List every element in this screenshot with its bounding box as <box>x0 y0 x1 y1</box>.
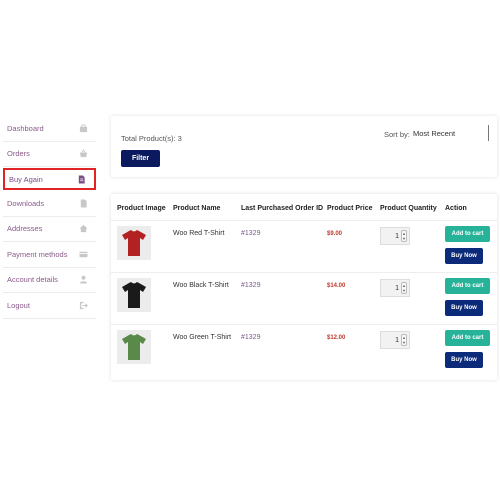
product-name[interactable]: Woo Red T-Shirt <box>173 230 225 237</box>
sort-label: Sort by: <box>384 130 410 139</box>
product-name[interactable]: Woo Black T-Shirt <box>173 282 229 289</box>
dashboard-icon <box>79 124 88 133</box>
add-to-cart-button[interactable]: Add to cart <box>445 330 490 346</box>
sidebar-item-addresses[interactable]: Addresses <box>3 217 96 242</box>
tshirt-icon <box>122 282 146 308</box>
sort-select[interactable]: Most Recent <box>411 125 489 141</box>
credit-card-icon <box>79 250 88 259</box>
table-row: Woo Red T-Shirt #1329 $9.00 1 ▲ ▼ Add to … <box>111 220 497 272</box>
sidebar-item-label: Orders <box>7 149 30 159</box>
column-header-name: Product Name <box>173 205 221 212</box>
sidebar-item-logout[interactable]: Logout <box>3 293 96 319</box>
sidebar-item-dashboard[interactable]: Dashboard <box>3 116 96 142</box>
logout-icon <box>79 301 88 310</box>
buy-now-button[interactable]: Buy Now <box>445 300 483 316</box>
add-to-cart-button[interactable]: Add to cart <box>445 226 490 242</box>
buy-again-table: Product Image Product Name Last Purchase… <box>111 194 497 380</box>
document-icon <box>77 174 86 184</box>
account-navigation: Dashboard Orders Buy Again Downloads Add… <box>3 116 96 319</box>
sidebar-item-label: Buy Again <box>9 174 43 184</box>
user-icon <box>79 275 88 284</box>
order-id-link[interactable]: #1329 <box>241 230 260 237</box>
product-image[interactable] <box>117 278 151 312</box>
home-icon <box>79 224 88 233</box>
quantity-spinner-icon[interactable]: ▲ ▼ <box>401 282 407 294</box>
product-price: $9.00 <box>327 231 343 237</box>
total-products-count: Total Product(s): 3 <box>121 134 182 143</box>
quantity-value: 1 <box>395 284 399 292</box>
quantity-spinner-icon[interactable]: ▲ ▼ <box>401 334 407 346</box>
filter-button[interactable]: Filter <box>121 150 160 167</box>
buy-now-button[interactable]: Buy Now <box>445 352 483 368</box>
sidebar-item-label: Downloads <box>7 198 45 208</box>
sidebar-item-downloads[interactable]: Downloads <box>3 191 96 217</box>
column-header-action: Action <box>445 205 467 212</box>
quantity-value: 1 <box>395 336 399 344</box>
sort-select-value: Most Recent <box>413 128 456 138</box>
product-price: $12.00 <box>327 335 346 341</box>
sidebar-item-label: Payment methods <box>7 249 68 259</box>
table-row: Woo Green T-Shirt #1329 $12.00 1 ▲ ▼ Add … <box>111 324 497 376</box>
quantity-spinner-icon[interactable]: ▲ ▼ <box>401 230 407 242</box>
quantity-stepper[interactable]: 1 ▲ ▼ <box>380 279 410 297</box>
buy-now-button[interactable]: Buy Now <box>445 248 483 264</box>
tshirt-icon <box>122 334 146 360</box>
basket-icon <box>79 149 88 158</box>
product-price: $14.00 <box>327 283 346 289</box>
tshirt-icon <box>122 230 146 256</box>
column-header-order: Last Purchased Order ID <box>241 205 324 212</box>
tshirt-shape <box>122 230 146 256</box>
column-header-price: Product Price <box>327 205 373 212</box>
file-download-icon <box>79 199 88 208</box>
sidebar-item-orders[interactable]: Orders <box>3 142 96 167</box>
order-id-link[interactable]: #1329 <box>241 334 260 341</box>
add-to-cart-button[interactable]: Add to cart <box>445 278 490 294</box>
sidebar-item-label: Addresses <box>7 224 43 234</box>
sidebar-item-account-details[interactable]: Account details <box>3 268 96 293</box>
quantity-stepper[interactable]: 1 ▲ ▼ <box>380 227 410 245</box>
tshirt-shape <box>122 282 146 308</box>
sidebar-item-label: Dashboard <box>7 123 44 133</box>
sidebar-item-label: Logout <box>7 300 30 310</box>
column-header-quantity: Product Quantity <box>380 205 437 212</box>
product-image[interactable] <box>117 330 151 364</box>
quantity-value: 1 <box>395 232 399 240</box>
sidebar-item-label: Account details <box>7 275 58 285</box>
sidebar-item-payment-methods[interactable]: Payment methods <box>3 242 96 268</box>
quantity-stepper[interactable]: 1 ▲ ▼ <box>380 331 410 349</box>
filter-panel: Total Product(s): 3 Sort by: Most Recent… <box>111 116 497 177</box>
column-header-image: Product Image <box>117 205 166 212</box>
table-row: Woo Black T-Shirt #1329 $14.00 1 ▲ ▼ Add … <box>111 272 497 324</box>
tshirt-shape <box>122 334 146 360</box>
sidebar-item-buy-again[interactable]: Buy Again <box>3 168 96 190</box>
product-image[interactable] <box>117 226 151 260</box>
product-name[interactable]: Woo Green T-Shirt <box>173 334 231 341</box>
order-id-link[interactable]: #1329 <box>241 282 260 289</box>
